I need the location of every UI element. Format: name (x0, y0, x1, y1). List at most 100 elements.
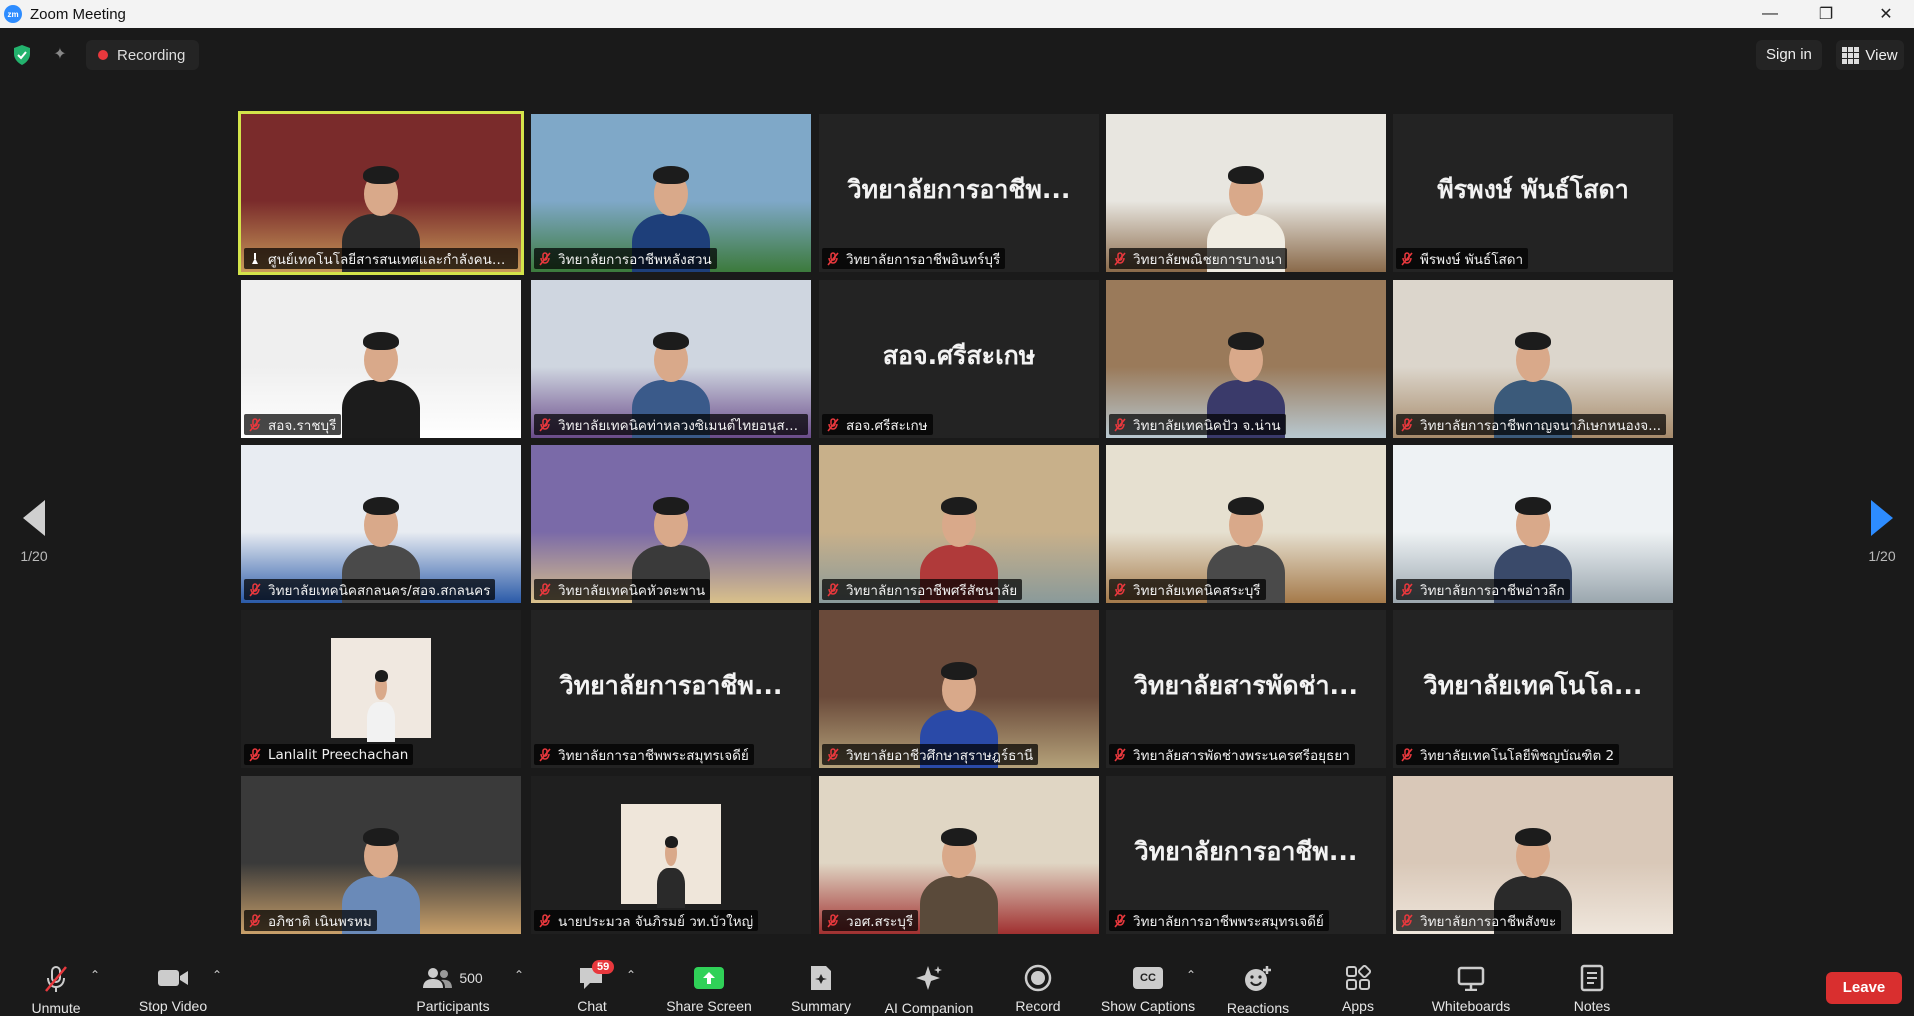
video-tile[interactable]: นายประมวล จันภิรมย์ วท.บัวใหญ่ (531, 776, 811, 934)
unmute-button[interactable]: Unmute (20, 960, 92, 1016)
pin-icon (252, 252, 258, 264)
mic-off-icon (539, 582, 551, 597)
ai-companion-button[interactable]: AI Companion (880, 960, 978, 1016)
stop-video-button[interactable]: Stop Video (130, 960, 216, 1014)
video-tile[interactable]: สอจ.ราชบุรี (241, 280, 521, 438)
summary-label: Summary (791, 998, 851, 1014)
video-tile[interactable]: วิทยาลัยเทคนิคสกลนคร/สอจ.สกลนคร (241, 445, 521, 603)
summary-button[interactable]: Summary (782, 960, 860, 1014)
chat-options-caret[interactable]: ⌃ (626, 968, 636, 982)
close-button[interactable]: ✕ (1858, 0, 1914, 28)
video-tile[interactable]: วิทยาลัยเทคโนโล... วิทยาลัยเทคโนโลยีพิชญบ… (1393, 610, 1673, 768)
participant-name: วิทยาลัยเทคนิคปัว จ.น่าน (1133, 417, 1281, 434)
participant-nameplate: พีรพงษ์ พันธ์โสดา (1396, 248, 1529, 269)
previous-page-button[interactable]: 1/20 (14, 500, 54, 564)
video-options-caret[interactable]: ⌃ (212, 968, 222, 982)
participant-name: วิทยาลัยอาชีวศึกษาสุราษฎร์ธานี (846, 747, 1034, 764)
video-tile[interactable]: วิทยาลัยการอาชีพอ่าวลึก (1393, 445, 1673, 603)
video-tile[interactable]: สอจ.ศรีสะเกษ สอจ.ศรีสะเกษ (819, 280, 1099, 438)
chat-button[interactable]: 59 Chat (560, 960, 624, 1014)
video-tile[interactable]: วิทยาลัยเทคนิคท่าหลวงซิเมนต์ไทยอนุสร... (531, 280, 811, 438)
participant-nameplate: วิทยาลัยการอาชีพกาญจนาภิเษกหนองจ... (1396, 414, 1667, 435)
mic-off-icon (249, 417, 261, 432)
view-label: View (1865, 46, 1898, 64)
page-indicator-left: 1/20 (20, 548, 48, 564)
mic-off-icon (1401, 417, 1413, 432)
apps-button[interactable]: Apps (1332, 960, 1384, 1014)
video-tile[interactable]: Lanlalit Preechachan (241, 610, 521, 768)
video-tile[interactable]: วอศ.สระบุรี (819, 776, 1099, 934)
mic-off-icon (249, 747, 261, 762)
participant-nameplate: วิทยาลัยเทคนิคปัว จ.น่าน (1109, 414, 1286, 435)
mic-off-icon (539, 417, 551, 432)
mic-off-icon (249, 913, 261, 928)
share-screen-button[interactable]: Share Screen (660, 960, 758, 1014)
notes-button[interactable]: Notes (1564, 960, 1620, 1014)
participant-nameplate: วิทยาลัยการอาชีพอินทร์บุรี (822, 248, 1006, 269)
whiteboards-label: Whiteboards (1431, 998, 1511, 1014)
shield-icon[interactable] (12, 44, 32, 66)
video-tile[interactable]: วิทยาลัยการอาชีพกาญจนาภิเษกหนองจ... (1393, 280, 1673, 438)
participant-nameplate: อภิชาติ เนินพรหม (244, 910, 377, 931)
video-tile[interactable]: วิทยาลัยการอาชีพ... วิทยาลัยการอาชีพพระสม… (531, 610, 811, 768)
video-tile[interactable]: วิทยาลัยพณิชยการบางนา (1106, 114, 1386, 272)
video-tile[interactable]: วิทยาลัยเทคนิคสระบุรี (1106, 445, 1386, 603)
video-tile[interactable]: วิทยาลัยอาชีวศึกษาสุราษฎร์ธานี (819, 610, 1099, 768)
sparkle-icon[interactable]: ✦ (49, 44, 71, 66)
video-tile[interactable]: วิทยาลัยการอาชีพ... วิทยาลัยการอาชีพพระสม… (1106, 776, 1386, 934)
participant-name: สอจ.ราชบุรี (268, 417, 337, 434)
video-tile[interactable]: วิทยาลัยสารพัดช่า... วิทยาลัยสารพัดช่างพร… (1106, 610, 1386, 768)
audio-options-caret[interactable]: ⌃ (90, 968, 100, 982)
participant-display-name: วิทยาลัยการอาชีพ... (847, 175, 1071, 204)
video-tile[interactable]: วิทยาลัยการอาชีพ... วิทยาลัยการอาชีพอินทร… (819, 114, 1099, 272)
video-tile[interactable]: วิทยาลัยการอาชีพสังขะ (1393, 776, 1673, 934)
participant-nameplate: ศูนย์เทคโนโลยีสารสนเทศและกำลังคนอา... (244, 248, 518, 269)
participant-name: วิทยาลัยเทคนิคหัวตะพาน (558, 582, 706, 599)
participant-name: นายประมวล จันภิรมย์ วท.บัวใหญ่ (558, 913, 754, 930)
video-tile[interactable]: วิทยาลัยการอาชีพศรีสัชนาลัย (819, 445, 1099, 603)
video-tile[interactable]: อภิชาติ เนินพรหม (241, 776, 521, 934)
cc-icon: CC (1133, 964, 1163, 992)
whiteboards-button[interactable]: Whiteboards (1420, 960, 1522, 1014)
leave-button[interactable]: Leave (1826, 972, 1902, 1004)
participant-name: วิทยาลัยเทคโนโลยีพิชญบัณฑิต 2 (1420, 747, 1615, 764)
participant-name: วิทยาลัยการอาชีพอินทร์บุรี (846, 251, 1001, 268)
video-tile[interactable]: ศูนย์เทคโนโลยีสารสนเทศและกำลังคนอา... (238, 111, 524, 275)
participant-name: พีรพงษ์ พันธ์โสดา (1420, 251, 1524, 268)
sign-in-button[interactable]: Sign in (1756, 40, 1822, 70)
video-camera-icon (157, 964, 189, 992)
participant-nameplate: สอจ.ราชบุรี (244, 414, 342, 435)
view-button[interactable]: View (1836, 40, 1904, 70)
video-tile[interactable]: วิทยาลัยเทคนิคปัว จ.น่าน (1106, 280, 1386, 438)
video-tile[interactable]: วิทยาลัยการอาชีพหลังสวน (531, 114, 811, 272)
arrow-left-icon (23, 500, 45, 536)
participant-nameplate: วอศ.สระบุรี (822, 910, 919, 931)
stop-video-label: Stop Video (138, 998, 208, 1014)
share-screen-label: Share Screen (666, 998, 752, 1014)
recording-indicator[interactable]: Recording (86, 40, 200, 70)
minimize-button[interactable]: — (1742, 0, 1798, 28)
participant-name: วิทยาลัยเทคนิคท่าหลวงซิเมนต์ไทยอนุสร... (558, 417, 803, 434)
restore-button[interactable]: ❐ (1798, 0, 1854, 28)
participant-name: วิทยาลัยเทคนิคสกลนคร/สอจ.สกลนคร (268, 582, 491, 599)
recording-label: Recording (117, 46, 186, 64)
meeting-toolbar: Unmute ⌃ Stop Video ⌃ 500 Participants ⌃… (0, 960, 1914, 1016)
chat-label: Chat (577, 998, 607, 1014)
captions-options-caret[interactable]: ⌃ (1186, 968, 1196, 982)
participants-button[interactable]: 500 Participants (408, 960, 498, 1014)
participant-nameplate: วิทยาลัยเทคนิคหัวตะพาน (534, 579, 711, 600)
record-button[interactable]: Record (1004, 960, 1072, 1014)
participant-nameplate: วิทยาลัยสารพัดช่างพระนครศรีอยุธยา (1109, 744, 1355, 765)
video-tile[interactable]: วิทยาลัยเทคนิคหัวตะพาน (531, 445, 811, 603)
participant-name: วิทยาลัยการอาชีพสังขะ (1420, 913, 1557, 930)
participants-options-caret[interactable]: ⌃ (514, 968, 524, 982)
reactions-button[interactable]: Reactions (1222, 960, 1294, 1016)
participant-nameplate: วิทยาลัยเทคโนโลยีพิชญบัณฑิต 2 (1396, 744, 1620, 765)
window-title: Zoom Meeting (30, 5, 126, 23)
show-captions-button[interactable]: CC Show Captions (1096, 960, 1200, 1014)
video-tile[interactable]: พีรพงษ์ พันธ์โสดา พีรพงษ์ พันธ์โสดา (1393, 114, 1673, 272)
participant-nameplate: วิทยาลัยพณิชยการบางนา (1109, 248, 1288, 269)
mic-off-icon (249, 582, 261, 597)
next-page-button[interactable]: 1/20 (1862, 500, 1902, 564)
record-label: Record (1015, 998, 1061, 1014)
